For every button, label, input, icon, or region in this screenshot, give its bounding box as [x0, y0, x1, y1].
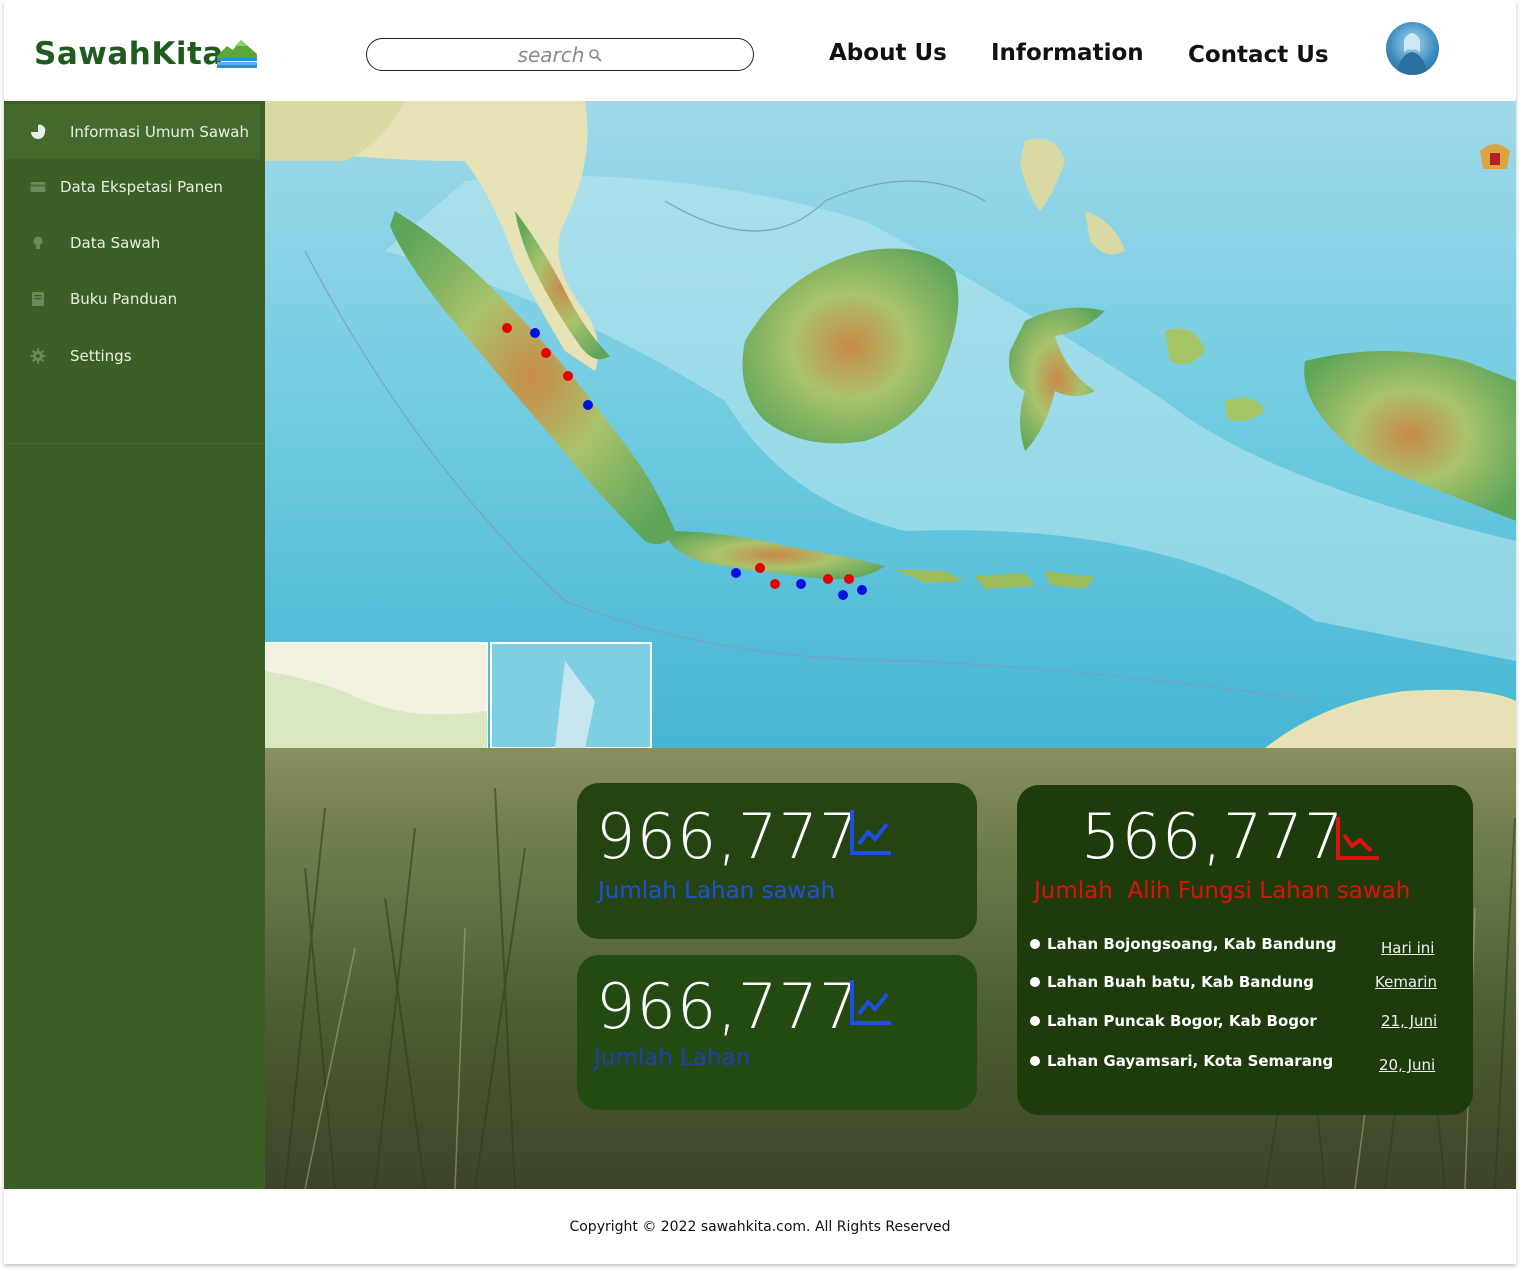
footer: Copyright © 2022 sawahkita.com. All Righ…: [4, 1189, 1516, 1264]
copyright-text: Copyright © 2022 sawahkita.com. All Righ…: [569, 1218, 951, 1235]
list-item[interactable]: Lahan Gayamsari, Kota Semarang: [1030, 1052, 1333, 1070]
list-item-name: Lahan Buah batu, Kab Bandung: [1047, 973, 1314, 991]
trend-up-icon: [850, 810, 891, 855]
list-item[interactable]: Lahan Puncak Bogor, Kab Bogor: [1030, 1012, 1317, 1030]
gear-icon: [30, 348, 46, 363]
marker-blue: [857, 585, 867, 595]
sidebar: Informasi Umum Sawah Data Ekspetasi Pane…: [4, 101, 265, 1189]
sidebar-item-data-sawah[interactable]: Data Sawah: [4, 215, 260, 270]
marker-blue: [796, 579, 806, 589]
bullet-dot: [1030, 977, 1040, 987]
list-item[interactable]: Lahan Bojongsoang, Kab Bandung: [1030, 935, 1336, 953]
avatar-image: [1396, 33, 1428, 75]
sidebar-divider: [4, 443, 265, 444]
search-placeholder: search: [517, 42, 585, 67]
sidebar-item-buku-panduan[interactable]: Buku Panduan: [4, 271, 260, 326]
sidebar-item-data-ekspetasi-panen[interactable]: Data Ekspetasi Panen: [4, 159, 260, 214]
marker-blue: [530, 328, 540, 338]
list-item-date[interactable]: Kemarin: [1375, 973, 1437, 991]
stat-value: 966,777: [596, 970, 860, 1043]
list-item-date[interactable]: 20, Juni: [1379, 1056, 1435, 1074]
marker-red: [563, 371, 573, 381]
list-item[interactable]: Lahan Buah batu, Kab Bandung: [1030, 973, 1314, 991]
list-item-name: Lahan Puncak Bogor, Kab Bogor: [1047, 1012, 1317, 1030]
search-icon: [589, 48, 603, 62]
marker-red: [844, 574, 854, 584]
lightbulb-icon: [33, 236, 43, 249]
sidebar-item-label: Settings: [70, 346, 132, 365]
brand-logo-text[interactable]: SawahKita: [34, 36, 224, 72]
indonesia-map[interactable]: [265, 101, 1516, 748]
marker-blue: [583, 400, 593, 410]
marker-blue: [731, 568, 741, 578]
sidebar-item-label: Data Ekspetasi Panen: [60, 177, 223, 196]
stat-label: Jumlah Alih Fungsi Lahan sawah: [1034, 878, 1411, 904]
sidebar-item-label: Informasi Umum Sawah: [70, 122, 250, 141]
nav-contact-us[interactable]: Contact Us: [1188, 42, 1329, 68]
sidebar-item-label: Data Sawah: [70, 233, 161, 252]
stat-label: Jumlah Lahan sawah: [598, 878, 836, 904]
book-icon: [32, 291, 44, 306]
sidebar-item-label: Buku Panduan: [70, 289, 178, 308]
stat-label: Jumlah Lahan: [594, 1045, 751, 1071]
bullet-dot: [1030, 939, 1040, 949]
map-canvas: [265, 101, 1516, 748]
nav-information[interactable]: Information: [991, 40, 1144, 66]
list-item-date[interactable]: Hari ini: [1381, 939, 1434, 957]
marker-red: [770, 579, 780, 589]
marker-red: [823, 574, 833, 584]
card-icon: [30, 181, 46, 192]
marker-red: [541, 348, 551, 358]
marker-red: [755, 563, 765, 573]
marker-red: [502, 323, 512, 333]
pie-chart-icon: [31, 124, 46, 139]
search-input[interactable]: search: [366, 38, 754, 71]
nav-about-us[interactable]: About Us: [829, 40, 947, 66]
bullet-dot: [1030, 1016, 1040, 1026]
list-item-name: Lahan Gayamsari, Kota Semarang: [1047, 1052, 1334, 1070]
sidebar-item-settings[interactable]: Settings: [4, 328, 260, 383]
trend-up-icon: [850, 980, 891, 1025]
rice-field-logo-icon: [217, 40, 257, 68]
stat-value: 566,777: [1081, 800, 1345, 873]
stat-value: 966,777: [596, 800, 860, 873]
list-item-name: Lahan Bojongsoang, Kab Bandung: [1047, 935, 1337, 953]
list-item-date[interactable]: 21, Juni: [1381, 1012, 1437, 1030]
sidebar-item-informasi-umum-sawah[interactable]: Informasi Umum Sawah: [4, 104, 260, 159]
bullet-dot: [1030, 1056, 1040, 1066]
trend-down-icon: [1336, 817, 1379, 860]
marker-blue: [838, 590, 848, 600]
top-header: SawahKita search About Us Information Co…: [4, 0, 1516, 100]
user-avatar[interactable]: [1386, 22, 1439, 75]
